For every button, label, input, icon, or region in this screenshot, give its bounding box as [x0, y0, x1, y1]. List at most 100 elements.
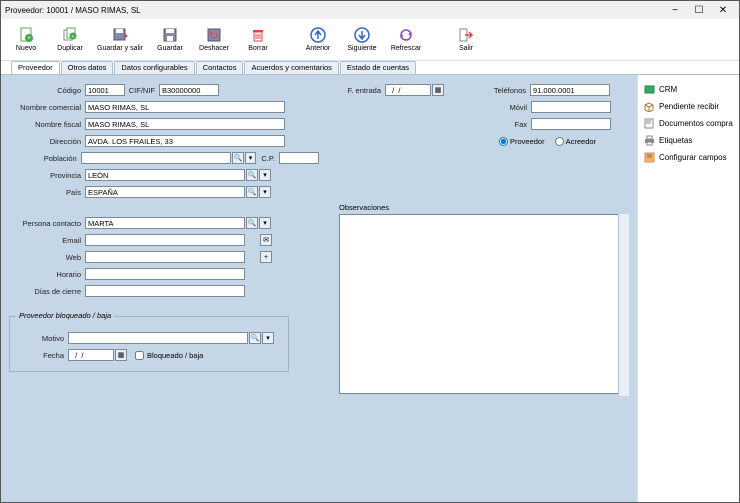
guardar-button[interactable]: Guardar [151, 21, 189, 59]
side-etiquetas[interactable]: Etiquetas [642, 132, 735, 149]
persona-contacto-input[interactable] [85, 217, 245, 229]
observaciones-label: Observaciones [339, 203, 629, 212]
deshacer-button[interactable]: Deshacer [195, 21, 233, 59]
nuevo-button[interactable]: + Nuevo [7, 21, 45, 59]
side-crm[interactable]: CRM [642, 81, 735, 98]
printer-icon [644, 135, 655, 146]
observaciones-textarea[interactable] [339, 214, 629, 394]
dias-cierre-label: Días de cierre [9, 287, 85, 296]
nombre-fiscal-input[interactable] [85, 118, 285, 130]
motivo-label: Motivo [16, 334, 68, 343]
pais-search[interactable]: 🔍 [246, 186, 258, 198]
salir-button[interactable]: Salir [447, 21, 485, 59]
prev-icon [310, 27, 326, 43]
undo-icon [206, 27, 222, 43]
pais-input[interactable] [85, 186, 245, 198]
guardar-salir-button[interactable]: Guardar y salir [95, 21, 145, 59]
side-configurar[interactable]: Configurar campos [642, 149, 735, 166]
telefonos-label: Teléfonos [488, 86, 530, 95]
bloqueado-checkbox[interactable]: Bloqueado / baja [135, 351, 203, 360]
nombre-comercial-input[interactable] [85, 101, 285, 113]
motivo-input[interactable] [68, 332, 248, 344]
new-icon: + [18, 27, 34, 43]
tab-contactos[interactable]: Contactos [196, 61, 244, 74]
poblacion-label: Población [9, 154, 81, 163]
fecha-bloq-cal[interactable]: ▦ [115, 349, 127, 361]
siguiente-button[interactable]: Siguiente [343, 21, 381, 59]
tab-datos-configurables[interactable]: Datos configurables [114, 61, 194, 74]
delete-icon [250, 27, 266, 43]
config-icon [644, 152, 655, 163]
motivo-search[interactable]: 🔍 [249, 332, 261, 344]
provincia-search[interactable]: 🔍 [246, 169, 258, 181]
poblacion-input[interactable] [81, 152, 232, 164]
fentrada-cal[interactable]: ▦ [432, 84, 444, 96]
nombre-comercial-label: Nombre comercial [9, 103, 85, 112]
tab-proveedor[interactable]: Proveedor [11, 61, 60, 74]
crm-icon [644, 84, 655, 95]
next-icon [354, 27, 370, 43]
window-close[interactable]: ✕ [711, 5, 735, 16]
horario-label: Horario [9, 270, 85, 279]
movil-input[interactable] [531, 101, 611, 113]
provincia-input[interactable] [85, 169, 245, 181]
codigo-input[interactable] [85, 84, 125, 96]
web-input[interactable] [85, 251, 245, 263]
side-panel: CRM Pendiente recibir Documentos compra … [637, 75, 739, 502]
window-minimize[interactable]: − [663, 5, 687, 16]
refrescar-button[interactable]: Refrescar [387, 21, 425, 59]
cifnif-label: CIF/NIF [125, 86, 159, 95]
cp-input[interactable] [279, 152, 319, 164]
email-input[interactable] [85, 234, 245, 246]
provincia-dropdown[interactable]: ▾ [259, 169, 271, 181]
borrar-button[interactable]: Borrar [239, 21, 277, 59]
window-maximize[interactable]: ☐ [687, 5, 711, 16]
proveedor-radio[interactable]: Proveedor [499, 137, 545, 146]
persona-search[interactable]: 🔍 [246, 217, 258, 229]
save-exit-icon [112, 27, 128, 43]
email-action[interactable]: ✉ [260, 234, 272, 246]
duplicar-button[interactable]: + Duplicar [51, 21, 89, 59]
poblacion-search[interactable]: 🔍 [232, 152, 243, 164]
window-titlebar: Proveedor: 10001 / MASO RIMAS, SL − ☐ ✕ [1, 1, 739, 19]
tab-otros-datos[interactable]: Otros datos [61, 61, 114, 74]
email-label: Email [9, 236, 85, 245]
horario-input[interactable] [85, 268, 245, 280]
cp-label: C.P. [256, 154, 279, 163]
refresh-icon [398, 27, 414, 43]
doc-icon [644, 118, 655, 129]
movil-label: Móvil [489, 103, 531, 112]
bloqueo-group: Proveedor bloqueado / baja Motivo 🔍 ▾ Fe… [9, 316, 289, 372]
fecha-bloq-input[interactable] [68, 349, 114, 361]
direccion-input[interactable] [85, 135, 285, 147]
telefonos-input[interactable] [530, 84, 610, 96]
web-add[interactable]: + [260, 251, 272, 263]
fentrada-label: F. entrada [339, 86, 385, 95]
tab-bar: Proveedor Otros datos Datos configurable… [1, 61, 739, 75]
side-pendiente[interactable]: Pendiente recibir [642, 98, 735, 115]
anterior-button[interactable]: Anterior [299, 21, 337, 59]
cifnif-input[interactable] [159, 84, 219, 96]
provincia-label: Provincia [9, 171, 85, 180]
fentrada-input[interactable] [385, 84, 431, 96]
fecha-bloq-label: Fecha [16, 351, 68, 360]
nombre-fiscal-label: Nombre fiscal [9, 120, 85, 129]
fax-label: Fax [489, 120, 531, 129]
obs-scroll-up[interactable]: ▴ [619, 214, 629, 224]
tab-estado-cuentas[interactable]: Estado de cuentas [340, 61, 416, 74]
tab-acuerdos[interactable]: Acuerdos y comentarios [244, 61, 338, 74]
persona-dropdown[interactable]: ▾ [259, 217, 271, 229]
duplicate-icon: + [62, 27, 78, 43]
acreedor-radio[interactable]: Acreedor [555, 137, 596, 146]
fax-input[interactable] [531, 118, 611, 130]
obs-scroll-down[interactable]: ▾ [619, 386, 629, 396]
motivo-dropdown[interactable]: ▾ [262, 332, 274, 344]
svg-text:+: + [72, 34, 75, 40]
bloqueo-legend: Proveedor bloqueado / baja [16, 311, 114, 320]
poblacion-dropdown[interactable]: ▾ [245, 152, 256, 164]
bloqueado-check-input[interactable] [135, 351, 144, 360]
save-icon [162, 27, 178, 43]
dias-cierre-input[interactable] [85, 285, 245, 297]
pais-dropdown[interactable]: ▾ [259, 186, 271, 198]
side-documentos[interactable]: Documentos compra [642, 115, 735, 132]
